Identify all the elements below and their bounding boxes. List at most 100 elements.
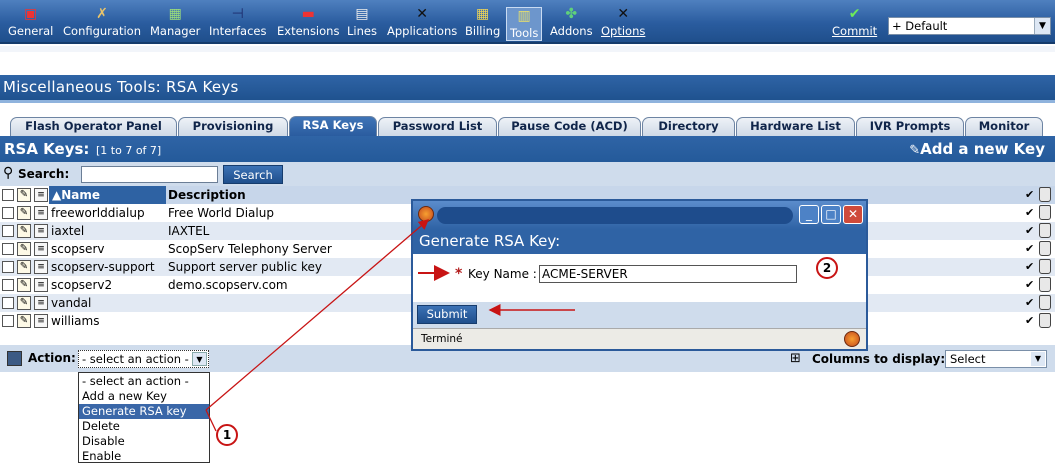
enabled-check-icon[interactable]: ✔ [1025,278,1034,291]
tab-monitor[interactable]: Monitor [965,117,1043,136]
action-option[interactable]: Delete [79,419,209,434]
toolbar-manager[interactable]: ▦ Manager [150,6,200,42]
cell-name: scopserv [51,242,105,256]
toolbar-configuration[interactable]: ✗ Configuration [63,6,141,42]
close-icon[interactable]: ✕ [843,205,863,224]
row-checkbox[interactable] [2,225,14,237]
action-option[interactable]: - select an action - [79,374,209,389]
row-checkbox[interactable] [2,261,14,273]
toolbar-label: Extensions [277,24,340,38]
view-icon[interactable]: ≡ [34,206,48,220]
view-icon[interactable]: ≡ [34,224,48,238]
trash-icon[interactable] [1039,187,1051,202]
add-key-label: Add a new Key [920,140,1045,158]
tab-rsa-keys[interactable]: RSA Keys [289,116,377,136]
toolbar-label: Interfaces [209,24,267,38]
enabled-check-icon[interactable]: ✔ [1025,206,1034,219]
edit-icon[interactable]: ✎ [17,260,31,274]
search-input[interactable] [81,166,218,183]
enabled-check-icon[interactable]: ✔ [1025,224,1034,237]
toolbar-interfaces[interactable]: ⊣ Interfaces [209,6,266,42]
toolbar-lines[interactable]: ▤ Lines [347,6,377,42]
view-icon: ≡ [34,188,48,202]
row-checkbox[interactable] [2,243,14,255]
toolbar-label: Tools [510,26,539,40]
add-key-link[interactable]: ✎Add a new Key [909,140,1045,158]
enabled-check-icon[interactable]: ✔ [1025,314,1034,327]
toolbar-applications[interactable]: ✕ Applications [387,6,457,42]
row-checkbox[interactable] [2,207,14,219]
view-icon[interactable]: ≡ [34,278,48,292]
column-description-label: Description [168,188,246,202]
action-option[interactable]: Enable [79,449,209,464]
tab-directory[interactable]: Directory [642,117,735,136]
toolbar-label: Options [601,24,646,38]
annotation-circle-1: 1 [216,424,238,446]
tab-hardware-list[interactable]: Hardware List [736,117,855,136]
toolbar-billing[interactable]: ▦ Billing [465,6,500,42]
key-name-input[interactable]: ACME-SERVER [539,265,797,283]
cell-description: Support server public key [168,260,322,274]
cell-description: Free World Dialup [168,206,274,220]
manager-icon: ▦ [168,6,182,22]
tab-flash-operator-panel[interactable]: Flash Operator Panel [10,117,177,136]
columns-select-value: Select [950,352,986,366]
edit-icon[interactable]: ✎ [17,296,31,310]
record-count: [1 to 7 of 7] [96,144,162,157]
trash-icon[interactable] [1039,277,1051,292]
action-option-generate-rsa-key[interactable]: Generate RSA key [79,404,209,419]
view-icon[interactable]: ≡ [34,314,48,328]
edit-icon[interactable]: ✎ [17,278,31,292]
check-all-icon[interactable]: ✔ [1025,188,1034,201]
tab-pause-code[interactable]: Pause Code (ACD) [498,117,641,136]
toolbar-options[interactable]: ✕ Options [601,6,645,42]
firefox-icon [418,206,434,222]
row-checkbox[interactable] [2,297,14,309]
columns-select[interactable]: Select ▼ [945,350,1047,368]
trash-icon[interactable] [1039,295,1051,310]
column-header-name[interactable]: ▲Name [49,186,166,204]
trash-icon[interactable] [1039,223,1051,238]
enabled-check-icon[interactable]: ✔ [1025,242,1034,255]
rsa-keys-heading: RSA Keys: [4,140,90,158]
view-icon[interactable]: ≡ [34,296,48,310]
enabled-check-icon[interactable]: ✔ [1025,296,1034,309]
action-select-value: - select an action - [82,352,189,366]
chevron-down-icon: ▼ [1034,18,1050,34]
edit-icon[interactable]: ✎ [17,242,31,256]
toolbar-addons[interactable]: ✤ Addons [550,6,593,42]
trash-icon[interactable] [1039,259,1051,274]
row-checkbox[interactable] [2,279,14,291]
action-option[interactable]: Add a new Key [79,389,209,404]
trash-icon[interactable] [1039,205,1051,220]
action-option[interactable]: Disable [79,434,209,449]
tab-password-list[interactable]: Password List [378,117,497,136]
maximize-icon[interactable]: □ [821,205,841,224]
submit-button[interactable]: Submit [417,305,477,324]
search-button[interactable]: Search [223,165,283,184]
billing-icon: ▦ [476,6,490,22]
edit-icon[interactable]: ✎ [17,224,31,238]
view-icon[interactable]: ≡ [34,242,48,256]
enabled-check-icon[interactable]: ✔ [1025,260,1034,273]
tab-provisioning[interactable]: Provisioning [178,117,288,136]
save-icon [7,351,22,366]
trash-icon[interactable] [1039,241,1051,256]
minimize-icon[interactable]: _ [799,205,819,224]
edit-icon[interactable]: ✎ [17,206,31,220]
select-all-checkbox[interactable] [2,189,14,201]
action-select[interactable]: - select an action - ▼ [78,350,209,368]
trash-icon[interactable] [1039,313,1051,328]
cell-name: williams [51,314,100,328]
page-title: Miscellaneous Tools: RSA Keys [3,78,239,96]
view-icon[interactable]: ≡ [34,260,48,274]
commit-button[interactable]: ✔ Commit [832,6,877,42]
row-checkbox[interactable] [2,315,14,327]
toolbar-general[interactable]: ▣ General [8,6,53,42]
toolbar-tools[interactable]: ▥ Tools [506,7,543,41]
tab-ivr-prompts[interactable]: IVR Prompts [856,117,964,136]
toolbar-extensions[interactable]: ▬ Extensions [277,6,339,42]
profile-select[interactable]: + Default ▼ [888,17,1051,35]
rsa-keys-header: RSA Keys: [1 to 7 of 7] ✎Add a new Key [0,136,1055,162]
edit-icon[interactable]: ✎ [17,314,31,328]
